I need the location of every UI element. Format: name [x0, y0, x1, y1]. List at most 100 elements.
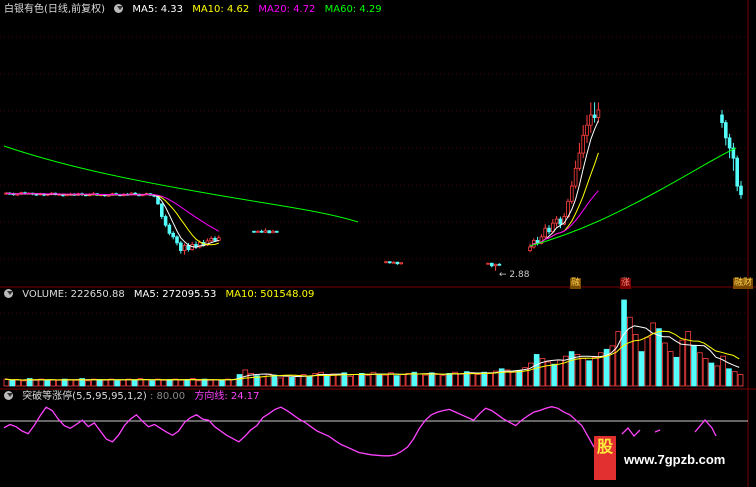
candle-body: [182, 245, 187, 251]
volume-ma10-legend: MA10: 501548.09: [225, 289, 315, 300]
volume-bar: [166, 379, 173, 387]
volume-bar: [236, 374, 243, 387]
ma10-line: [5, 192, 219, 246]
candle-body: [255, 230, 260, 233]
volume-bar: [516, 370, 522, 387]
tag-rong[interactable]: 融: [570, 278, 582, 289]
volume-bar: [621, 299, 627, 387]
volume-bar: [393, 375, 400, 387]
volume-bar: [195, 380, 202, 387]
volume-bar: [446, 372, 453, 387]
indicator-name: 突破等涨停(5,5,95,95,1,2): [22, 391, 147, 402]
volume-bar: [475, 374, 482, 387]
candle-body: [213, 237, 217, 241]
candle-body: [720, 114, 724, 124]
volume-bar: [726, 368, 732, 387]
candle-body: [209, 237, 214, 242]
volume-bar: [592, 356, 598, 387]
volume-bar: [219, 379, 225, 387]
volume-bar: [73, 379, 80, 387]
candle-body: [735, 157, 739, 187]
ma5-line-right: [529, 120, 599, 248]
volume-bar: [283, 375, 289, 387]
direction-line-legend: 方向线: 24.17: [194, 391, 260, 402]
volume-bar: [353, 374, 359, 387]
volume-bar: [32, 379, 39, 387]
volume-bar: [551, 363, 557, 387]
watermark-text: www.7gpzb.com: [624, 452, 726, 467]
volume-bar: [178, 379, 185, 387]
volume-bar: [102, 379, 109, 387]
ma20-line: [5, 192, 220, 232]
volume-bar: [615, 331, 622, 387]
indicator-header: 突破等涨停(5,5,95,95,1,2) : 80.00 方向线: 24.17: [4, 390, 266, 404]
candle-body: [391, 261, 396, 264]
volume-bar: [469, 372, 476, 387]
candle-body: [34, 193, 39, 196]
volume-bar: [50, 379, 56, 387]
candle-body: [267, 230, 271, 234]
settings-gear-icon[interactable]: [114, 4, 124, 13]
candle-body: [547, 227, 551, 233]
volume-bar: [440, 375, 447, 387]
indicator-line: [3, 406, 595, 457]
volume-bar: [347, 375, 354, 387]
volume-bar: [230, 379, 237, 387]
ma60-line: [3, 145, 737, 247]
volume-bar: [271, 374, 278, 387]
volume-bar: [708, 362, 715, 387]
volume-bar: [423, 374, 429, 387]
volume-bar: [364, 375, 371, 387]
tag-rongcai[interactable]: 融财: [733, 278, 754, 289]
candle-body: [216, 237, 221, 241]
low-price-annotation: ← 2.88: [499, 270, 530, 280]
ma10-line-right: [529, 152, 599, 248]
watermark-logo: 股: [594, 436, 616, 480]
volume-header: VOLUME: 222650.88 MA5: 272095.53 MA10: 5…: [4, 288, 320, 302]
volume-legend: VOLUME: 222650.88: [22, 289, 125, 300]
volume-bar: [96, 379, 103, 387]
volume-gear-icon[interactable]: [4, 289, 13, 298]
indicator-gear-icon[interactable]: [4, 391, 13, 400]
candle-body: [596, 109, 601, 118]
stock-chart[interactable]: [0, 0, 756, 487]
volume-bar: [702, 358, 709, 387]
candle-body: [554, 218, 559, 224]
candle-body: [558, 218, 563, 225]
volume-bar: [388, 372, 394, 387]
volume-bar: [644, 336, 651, 387]
candle-body: [497, 263, 502, 266]
volume-bar: [533, 354, 540, 387]
volume-bar: [44, 380, 51, 387]
candle-body: [528, 246, 532, 251]
volume-bar: [184, 379, 190, 387]
volume-bar: [131, 379, 138, 387]
volume-ma5-legend: MA5: 272095.53: [133, 289, 217, 300]
volume-bar: [376, 373, 383, 387]
volume-bar: [382, 374, 388, 387]
volume-bar: [580, 358, 587, 387]
ma5-legend: MA5: 4.33: [132, 4, 184, 15]
candle-body: [159, 203, 164, 217]
volume-bar: [662, 342, 668, 387]
candle-body: [395, 261, 400, 265]
indicator-value: : 80.00: [149, 391, 186, 402]
candle-body: [739, 185, 743, 196]
candle-body: [589, 114, 593, 126]
candle-body: [252, 230, 256, 233]
indicator-line-right: [621, 418, 717, 437]
candle-body: [724, 122, 728, 139]
candle-body: [399, 262, 403, 265]
volume-bar: [120, 379, 126, 387]
candle-body: [543, 227, 547, 238]
candle-body: [263, 230, 268, 233]
ma5-line: [5, 192, 219, 248]
price-header: 白银有色(日线,前复权) MA5: 4.33 MA10: 4.62 MA20: …: [4, 3, 388, 17]
candle-body: [493, 263, 498, 267]
volume-bar: [289, 376, 295, 387]
ma60-legend: MA60: 4.29: [324, 4, 382, 15]
volume-bar: [294, 375, 301, 387]
volume-bar: [335, 374, 342, 387]
tag-zhang[interactable]: 涨: [620, 278, 632, 289]
volume-bar: [737, 374, 744, 387]
